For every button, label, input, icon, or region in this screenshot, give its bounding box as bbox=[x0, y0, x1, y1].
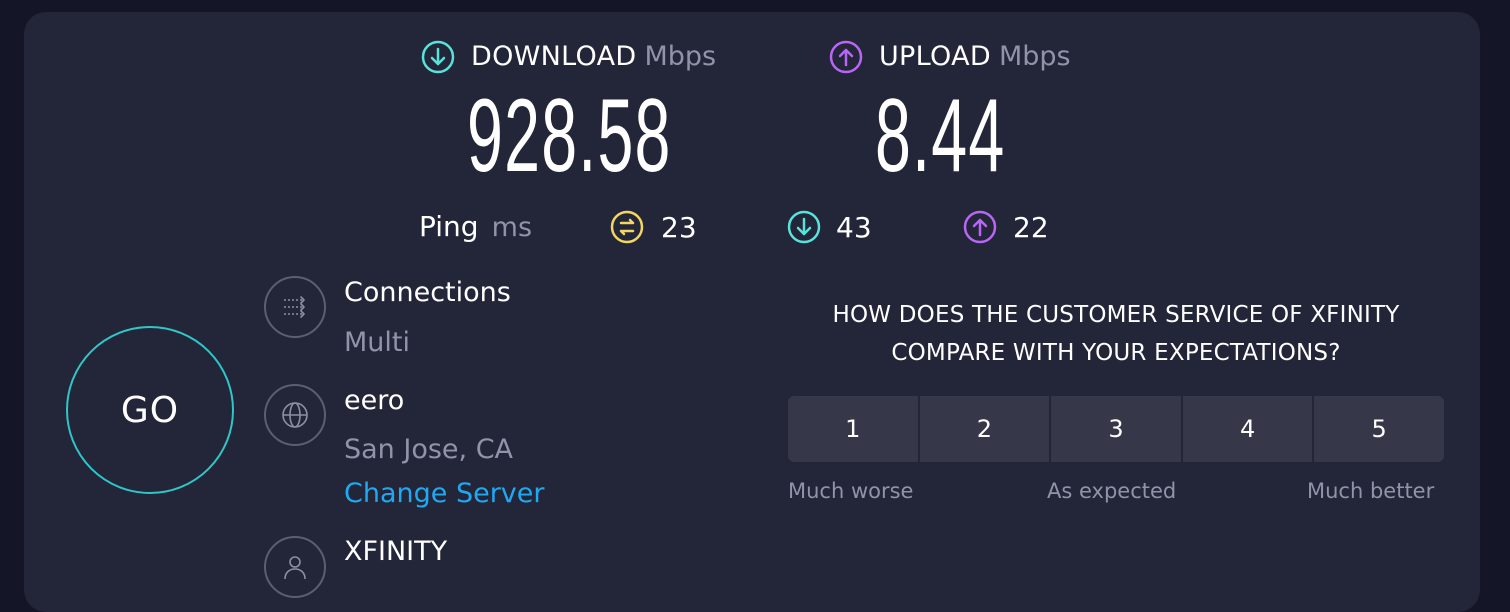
ping-label-group: Ping ms bbox=[419, 210, 532, 243]
rating-button-1[interactable]: 1 bbox=[788, 396, 918, 462]
globe-icon bbox=[264, 384, 326, 446]
connections-value: Multi bbox=[344, 327, 410, 358]
rating-button-5[interactable]: 5 bbox=[1314, 396, 1444, 462]
upload-unit: Mbps bbox=[998, 41, 1071, 72]
ping-idle-value: 23 bbox=[661, 211, 697, 244]
upload-label: UPLOAD bbox=[879, 41, 991, 72]
survey-question-line1: HOW DOES THE CUSTOMER SERVICE OF XFINITY bbox=[832, 302, 1400, 328]
rating-button-4[interactable]: 4 bbox=[1182, 396, 1313, 462]
arrow-down-circle-icon bbox=[421, 40, 455, 74]
connections-title: Connections bbox=[344, 277, 511, 308]
upload-value: 8.44 bbox=[875, 78, 1006, 194]
ping-unit: ms bbox=[491, 212, 533, 243]
ping-upload-icon bbox=[963, 210, 997, 244]
download-value: 928.58 bbox=[467, 78, 672, 194]
ping-label: Ping bbox=[419, 210, 479, 243]
survey-question-line2: COMPARE WITH YOUR EXPECTATIONS? bbox=[891, 340, 1341, 366]
scale-label-mid: As expected bbox=[1047, 479, 1177, 503]
results-panel: DOWNLOAD Mbps 928.58 UPLOAD Mbps 8.44 Ping… bbox=[24, 12, 1480, 612]
ping-download-value: 43 bbox=[836, 211, 872, 244]
go-button[interactable]: GO bbox=[66, 326, 234, 494]
survey-question: HOW DOES THE CUSTOMER SERVICE OF XFINITY… bbox=[788, 296, 1444, 372]
connections-icon bbox=[264, 276, 326, 338]
change-server-link[interactable]: Change Server bbox=[344, 478, 545, 509]
server-title: eero bbox=[344, 385, 405, 416]
download-label: DOWNLOAD bbox=[471, 41, 637, 72]
rating-button-2[interactable]: 2 bbox=[919, 396, 1050, 462]
download-header: DOWNLOAD Mbps bbox=[471, 41, 716, 72]
rating-options: 1 2 3 4 5 bbox=[788, 396, 1444, 462]
download-unit: Mbps bbox=[644, 41, 717, 72]
arrow-up-circle-icon bbox=[829, 40, 863, 74]
ping-idle-icon bbox=[610, 210, 644, 244]
upload-header: UPLOAD Mbps bbox=[879, 41, 1071, 72]
scale-label-high: Much better bbox=[1307, 479, 1435, 503]
ping-upload-value: 22 bbox=[1013, 211, 1049, 244]
provider-title: XFINITY bbox=[344, 536, 448, 567]
ping-download-icon bbox=[787, 210, 821, 244]
server-location: San Jose, CA bbox=[344, 434, 514, 465]
user-icon bbox=[264, 536, 326, 598]
scale-label-low: Much worse bbox=[788, 479, 914, 503]
rating-button-3[interactable]: 3 bbox=[1051, 396, 1181, 462]
